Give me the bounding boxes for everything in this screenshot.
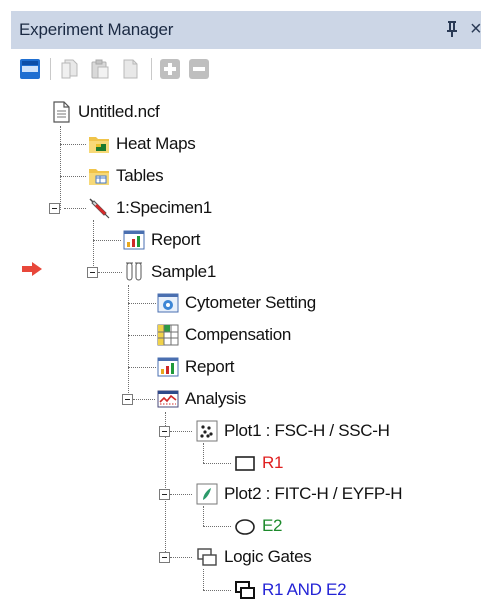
close-icon[interactable]: × — [470, 18, 481, 40]
tree-item-plot2[interactable]: Plot2 : FITC-H / EYFP-H — [196, 480, 403, 508]
tree-item-root[interactable]: Untitled.ncf — [50, 98, 160, 126]
tree-item-label: Plot1 : FSC-H / SSC-H — [224, 421, 390, 440]
document-icon[interactable] — [119, 58, 141, 80]
tree-item-tables[interactable]: Tables — [88, 162, 164, 190]
rectangle-gate-icon — [235, 456, 255, 471]
panel-title: Experiment Manager — [19, 20, 174, 39]
tree-item-specimen-report[interactable]: Report — [123, 226, 201, 254]
tree-item-label: Untitled.ncf — [78, 102, 160, 121]
tree-item-label: R1 AND E2 — [262, 580, 347, 599]
tree-item-logic-gates[interactable]: Logic Gates — [196, 543, 312, 571]
add-icon[interactable] — [159, 58, 181, 80]
remove-icon[interactable] — [188, 58, 210, 80]
tree-item-specimen[interactable]: 1:Specimen1 — [88, 194, 212, 222]
tree-item-label: Report — [185, 357, 235, 376]
tree-item-label: Tables — [116, 166, 164, 185]
plot2-collapse-toggle[interactable] — [159, 489, 170, 500]
paste-icon[interactable] — [89, 58, 111, 80]
panel-titlebar: Experiment Manager × — [11, 11, 481, 49]
cytometer-settings-icon — [157, 293, 179, 313]
analysis-collapse-toggle[interactable] — [122, 394, 133, 405]
compensation-grid-icon — [157, 324, 179, 346]
specimen-collapse-toggle[interactable] — [49, 203, 60, 214]
tree-item-label: E2 — [262, 516, 283, 535]
tree-item-label: Analysis — [185, 389, 246, 408]
test-tubes-icon — [126, 262, 142, 281]
toolbar-separator — [151, 58, 152, 80]
tree-item-label: Plot2 : FITC-H / EYFP-H — [224, 484, 403, 503]
sample-collapse-toggle[interactable] — [87, 267, 98, 278]
tree-item-label: Compensation — [185, 325, 292, 344]
experiment-tree: Untitled.ncf Heat Maps Tables 1:Specimen… — [0, 90, 481, 609]
report-chart-icon — [157, 357, 179, 377]
tree-item-logic-gate-r1-and-e2[interactable]: R1 AND E2 — [234, 576, 347, 604]
panel-layout-icon[interactable] — [19, 58, 41, 80]
tree-item-label: Sample1 — [151, 262, 216, 281]
logic-gate-icon — [235, 581, 255, 599]
tree-item-label: Heat Maps — [116, 134, 196, 153]
tree-item-sample-report[interactable]: Report — [157, 353, 235, 381]
experiment-manager-panel: Experiment Manager × Untitled.ncf Heat M… — [0, 0, 481, 609]
file-icon — [53, 101, 70, 123]
logic-gates-collapse-toggle[interactable] — [159, 552, 170, 563]
pin-icon[interactable] — [445, 20, 459, 38]
tree-item-gate-r1[interactable]: R1 — [234, 449, 283, 477]
logic-gates-icon — [197, 548, 217, 566]
tree-item-label: Logic Gates — [224, 547, 312, 566]
tree-item-compensation[interactable]: Compensation — [157, 321, 291, 349]
tree-item-label: R1 — [262, 453, 284, 472]
table-folder-icon — [89, 169, 109, 185]
analysis-icon — [157, 390, 179, 408]
density-plot-icon — [196, 483, 218, 505]
tree-item-heat-maps[interactable]: Heat Maps — [88, 130, 196, 158]
syringe-icon — [89, 198, 110, 219]
tree-item-label: Cytometer Setting — [185, 293, 316, 312]
plot1-collapse-toggle[interactable] — [159, 426, 170, 437]
tree-item-gate-e2[interactable]: E2 — [234, 512, 283, 540]
report-chart-icon — [123, 230, 145, 250]
tree-item-cytometer-setting[interactable]: Cytometer Setting — [157, 289, 316, 317]
toolbar-separator — [50, 58, 51, 80]
heatmap-folder-icon — [89, 137, 109, 153]
tree-item-plot1[interactable]: Plot1 : FSC-H / SSC-H — [196, 417, 390, 445]
toolbar — [11, 52, 481, 86]
tree-item-label: Report — [151, 230, 201, 249]
tree-item-label: 1:Specimen1 — [116, 198, 212, 217]
dot-plot-icon — [196, 420, 218, 442]
tree-item-analysis[interactable]: Analysis — [157, 385, 246, 413]
ellipse-gate-icon — [235, 519, 255, 535]
tree-item-sample[interactable]: Sample1 — [123, 258, 216, 286]
copy-icon[interactable] — [59, 58, 81, 80]
